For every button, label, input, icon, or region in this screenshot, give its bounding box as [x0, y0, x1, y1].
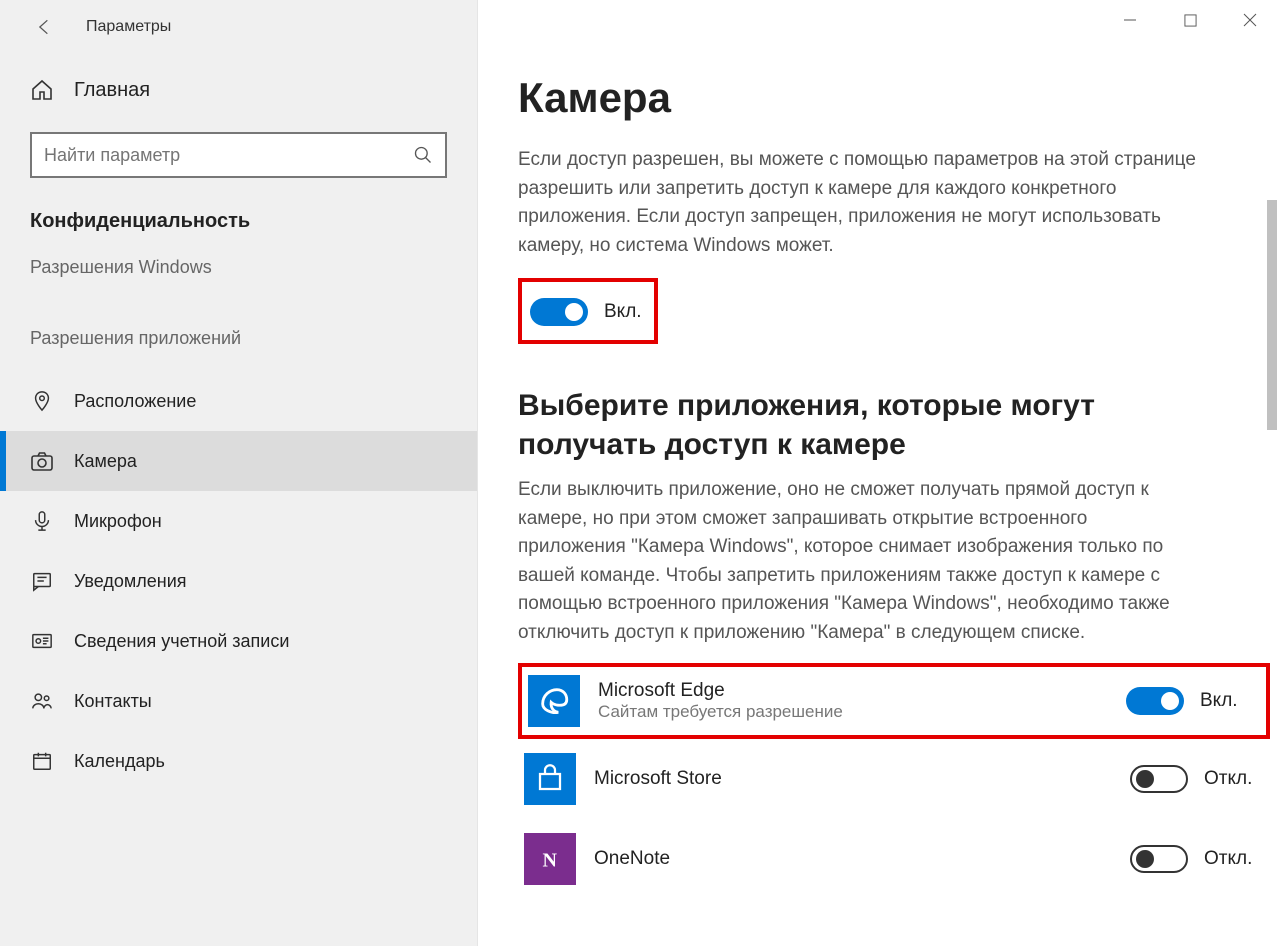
group-app-permissions: Разрешения приложений	[0, 288, 477, 359]
store-icon	[524, 753, 576, 805]
camera-access-toggle[interactable]	[530, 298, 588, 326]
app-row-onenote: N OneNote Откл.	[518, 819, 1270, 899]
edge-toggle[interactable]	[1126, 687, 1184, 715]
sidebar-item-microphone[interactable]: Микрофон	[0, 491, 477, 551]
master-toggle-highlight: Вкл.	[518, 278, 658, 344]
sidebar-item-label: Камера	[74, 451, 137, 472]
sidebar-item-label: Календарь	[74, 751, 165, 772]
sidebar-item-notifications[interactable]: Уведомления	[0, 551, 477, 611]
sidebar-item-label: Расположение	[74, 391, 196, 412]
home-nav[interactable]: Главная	[0, 54, 477, 120]
search-icon	[413, 145, 433, 165]
app-name: OneNote	[594, 848, 1112, 870]
edge-row-highlight: Microsoft Edge Сайтам требуется разрешен…	[518, 663, 1270, 739]
sidebar-item-label: Сведения учетной записи	[74, 631, 289, 652]
location-icon	[30, 389, 54, 413]
search-input[interactable]	[44, 145, 413, 166]
choose-apps-body: Если выключить приложение, оно не сможет…	[518, 464, 1198, 647]
sidebar-item-label: Контакты	[74, 691, 152, 712]
microphone-icon	[30, 509, 54, 533]
close-button[interactable]	[1220, 0, 1280, 40]
sidebar-item-label: Микрофон	[74, 511, 162, 532]
account-icon	[30, 629, 54, 653]
notification-icon	[30, 569, 54, 593]
app-name: Microsoft Store	[594, 768, 1112, 790]
edge-toggle-label: Вкл.	[1200, 690, 1256, 712]
scrollbar[interactable]	[1267, 70, 1277, 710]
sidebar-item-location[interactable]: Расположение	[0, 371, 477, 431]
onenote-toggle-label: Откл.	[1204, 848, 1260, 870]
group-windows-permissions: Разрешения Windows	[0, 241, 477, 288]
titlebar-left: Параметры	[0, 0, 477, 54]
nav-list: Расположение Камера Микрофон Уведомления	[0, 371, 477, 791]
app-subtext: Сайтам требуется разрешение	[598, 702, 1108, 722]
camera-icon	[30, 449, 54, 473]
contacts-icon	[30, 689, 54, 713]
app-list: Microsoft Edge Сайтам требуется разрешен…	[518, 663, 1270, 899]
window-controls	[1100, 0, 1280, 40]
app-row-edge: Microsoft Edge Сайтам требуется разрешен…	[528, 675, 1256, 727]
store-toggle[interactable]	[1130, 765, 1188, 793]
maximize-button[interactable]	[1160, 0, 1220, 40]
sidebar-item-label: Уведомления	[74, 571, 187, 592]
content-pane: Камера Если доступ разрешен, вы можете с…	[478, 0, 1280, 946]
section-privacy: Конфиденциальность	[0, 186, 477, 241]
onenote-toggle[interactable]	[1130, 845, 1188, 873]
onenote-icon: N	[524, 833, 576, 885]
edge-icon	[528, 675, 580, 727]
sidebar: Параметры Главная Конфиденциальность Раз…	[0, 0, 478, 946]
sidebar-item-camera[interactable]: Камера	[0, 431, 477, 491]
search-box[interactable]	[30, 132, 447, 178]
minimize-button[interactable]	[1100, 0, 1160, 40]
app-row-store: Microsoft Store Откл.	[518, 739, 1270, 819]
home-label: Главная	[74, 79, 150, 102]
app-name: Microsoft Edge	[598, 680, 1108, 702]
window-title: Параметры	[68, 18, 171, 36]
calendar-icon	[30, 749, 54, 773]
store-toggle-label: Откл.	[1204, 768, 1260, 790]
sidebar-item-contacts[interactable]: Контакты	[0, 671, 477, 731]
home-icon	[30, 78, 54, 102]
camera-access-toggle-label: Вкл.	[604, 301, 642, 323]
intro-text: Если доступ разрешен, вы можете с помощь…	[518, 134, 1198, 260]
choose-apps-heading: Выберите приложения, которые могут получ…	[518, 386, 1218, 464]
sidebar-item-calendar[interactable]: Календарь	[0, 731, 477, 791]
scrollbar-thumb[interactable]	[1267, 200, 1277, 430]
back-button[interactable]	[20, 3, 68, 51]
svg-text:N: N	[543, 850, 558, 872]
sidebar-item-account[interactable]: Сведения учетной записи	[0, 611, 477, 671]
